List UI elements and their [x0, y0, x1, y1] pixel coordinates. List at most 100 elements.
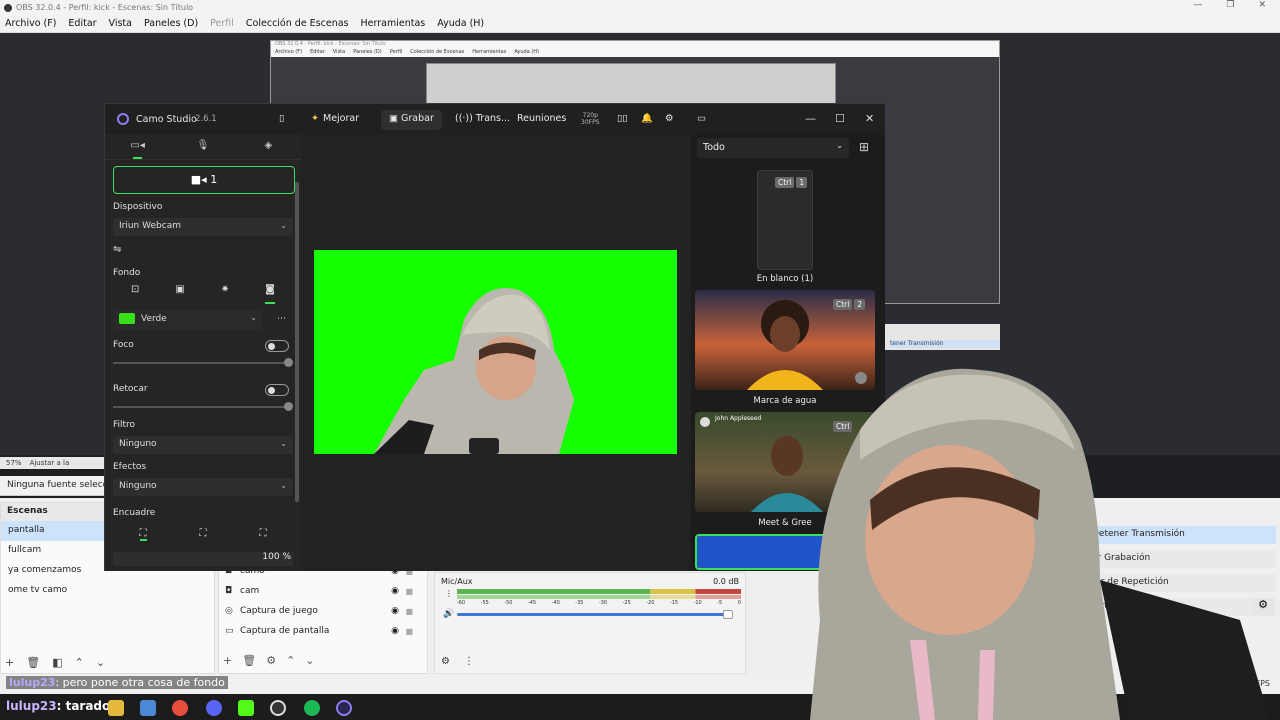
zoom-level[interactable]: 57%: [6, 459, 22, 467]
maximize-icon[interactable]: ☐: [835, 112, 845, 125]
blur-bg-icon[interactable]: ✷: [221, 284, 229, 304]
sparkle-icon: ✦: [311, 113, 319, 124]
focus-slider[interactable]: [113, 358, 293, 367]
settings-tabs: ▭◂ 🎙 ◈: [105, 134, 301, 160]
overlay-filter-dropdown[interactable]: Todo ⌄: [697, 138, 849, 158]
grid-view-icon[interactable]: ⊞: [859, 140, 869, 154]
camera-selector[interactable]: ■◂ 1: [113, 166, 295, 194]
menu-archivo[interactable]: Archivo (F): [5, 18, 56, 29]
visibility-icon[interactable]: ◉: [391, 626, 399, 636]
close-icon[interactable]: ✕: [865, 112, 874, 125]
menu-perfil[interactable]: Perfil: [210, 18, 234, 29]
source-item[interactable]: ◎ Captura de juego ◉ ■: [219, 601, 427, 621]
background-color-dropdown[interactable]: Verde ⌄: [113, 310, 263, 330]
slider-handle[interactable]: [284, 358, 293, 367]
camo-icon[interactable]: [336, 700, 352, 716]
resolution-indicator[interactable]: 720p 30FPS: [581, 112, 600, 126]
visibility-icon[interactable]: ◉: [391, 586, 399, 596]
obs-titlebar: OBS 32.0.4 - Perfil: kick - Escenas: Sin…: [0, 0, 1280, 15]
remove-source-icon[interactable]: 🗑: [242, 654, 256, 667]
device-dropdown[interactable]: Iriun Webcam ⌄: [113, 218, 293, 236]
chrome-icon[interactable]: [172, 700, 188, 716]
mixer-more-icon[interactable]: ⋮: [464, 656, 474, 667]
discord-icon[interactable]: [206, 700, 222, 716]
settings-gear-icon[interactable]: ⚙: [665, 113, 674, 124]
app-name: Camo Studio: [136, 114, 197, 125]
file-explorer-icon[interactable]: [108, 700, 124, 716]
volume-slider-handle[interactable]: [723, 610, 733, 619]
source-item[interactable]: ◘ cam ◉ ■: [219, 581, 427, 601]
volume-slider[interactable]: [457, 613, 727, 616]
more-options-icon[interactable]: ⋯: [277, 314, 286, 324]
person-bg-icon[interactable]: ◙: [265, 284, 275, 304]
maximize-icon[interactable]: ❐: [1226, 0, 1234, 10]
mixer-db-value: 0.0 dB: [713, 577, 739, 586]
retouch-toggle[interactable]: [265, 384, 289, 396]
retouch-slider[interactable]: [113, 402, 293, 411]
stream-button[interactable]: ((·)) Trans...: [455, 113, 510, 124]
background-mode-buttons: ⊡ ▣ ✷ ◙: [113, 284, 293, 304]
source-settings-icon[interactable]: ⚙: [266, 654, 276, 667]
video-tab-icon[interactable]: ▭◂: [105, 134, 170, 159]
menu-coleccion[interactable]: Colección de Escenas: [246, 18, 349, 29]
move-up-icon[interactable]: ⌃: [286, 654, 295, 667]
nested-menubar: Archivo (F) Editar Vista Paneles (D) Perfil C…: [271, 49, 999, 57]
nested-titlebar: OBS 32.0.4 - Perfil: kick - Escenas: Sin…: [271, 41, 999, 49]
effects-dropdown[interactable]: Ninguno ⌄: [113, 478, 293, 496]
mejorar-button[interactable]: Mejorar: [323, 113, 359, 124]
bell-icon[interactable]: 🔔: [641, 113, 653, 124]
visibility-icon[interactable]: ◉: [391, 606, 399, 616]
mixer-menu-icon[interactable]: ⋮: [445, 589, 453, 598]
zoom-field[interactable]: 100 %: [113, 552, 293, 566]
frame-auto-icon[interactable]: ⛶: [200, 528, 207, 541]
menu-vista[interactable]: Vista: [109, 18, 132, 29]
columns-icon[interactable]: ▯▯: [617, 113, 627, 124]
move-up-icon[interactable]: ⌃: [75, 656, 84, 669]
mixer-settings-icon[interactable]: ⚙: [441, 656, 450, 667]
speaker-icon[interactable]: 🔊: [443, 609, 454, 619]
portrait-bg-icon[interactable]: ▣: [175, 284, 184, 304]
layers-tab-icon[interactable]: ◈: [236, 134, 301, 159]
calendar-icon[interactable]: [140, 700, 156, 716]
filter-scene-icon[interactable]: ◧: [52, 656, 62, 669]
filter-dropdown[interactable]: Ninguno ⌄: [113, 436, 293, 454]
frame-face-icon[interactable]: ⛶: [260, 528, 267, 541]
focus-toggle[interactable]: [265, 340, 289, 352]
camera-preview-frame[interactable]: [314, 250, 677, 454]
lock-icon[interactable]: ■: [405, 627, 413, 636]
minimize-icon[interactable]: —: [1193, 0, 1202, 10]
panel-toggle-icon[interactable]: ▭: [697, 113, 706, 124]
menu-herramientas[interactable]: Herramientas: [361, 18, 426, 29]
effects-label: Efectos: [113, 462, 147, 472]
menu-editar[interactable]: Editar: [68, 18, 96, 29]
kick-icon[interactable]: [238, 700, 254, 716]
fit-action[interactable]: Ajustar a la: [30, 459, 70, 467]
meetings-button[interactable]: Reuniones: [517, 113, 566, 124]
add-source-icon[interactable]: +: [223, 654, 232, 667]
scene-item-ome-tv-camo[interactable]: ome tv camo: [1, 581, 214, 601]
minimize-icon[interactable]: —: [805, 112, 816, 125]
mixer-channel-name: Mic/Aux: [441, 577, 473, 586]
lock-icon[interactable]: ■: [405, 587, 413, 596]
slider-handle[interactable]: [284, 402, 293, 411]
image-bg-icon[interactable]: ⊡: [131, 284, 139, 304]
move-down-icon[interactable]: ⌄: [96, 656, 105, 669]
menu-paneles[interactable]: Paneles (D): [144, 18, 198, 29]
spotify-icon[interactable]: [304, 700, 320, 716]
source-item[interactable]: ▭ Captura de pantalla ◉ ■: [219, 621, 427, 641]
sidebar-toggle-icon[interactable]: ▯: [279, 113, 284, 124]
chevron-down-icon: ⌄: [250, 313, 257, 322]
lock-icon[interactable]: ■: [405, 607, 413, 616]
microphone-tab-icon[interactable]: 🎙: [170, 134, 235, 159]
close-icon[interactable]: ✕: [1258, 0, 1266, 10]
move-down-icon[interactable]: ⌄: [305, 654, 314, 667]
record-button[interactable]: ▣ Grabar: [381, 110, 442, 130]
remove-scene-icon[interactable]: 🗑: [26, 656, 40, 669]
add-scene-icon[interactable]: +: [5, 656, 14, 669]
obs-icon[interactable]: [270, 700, 286, 716]
chat-message: lulup23: pero pone otra cosa de fondo: [6, 676, 228, 689]
scrollbar[interactable]: [295, 182, 299, 502]
menu-ayuda[interactable]: Ayuda (H): [437, 18, 484, 29]
record-icon: ▣: [389, 113, 401, 124]
frame-manual-icon[interactable]: ⛶: [139, 528, 147, 541]
